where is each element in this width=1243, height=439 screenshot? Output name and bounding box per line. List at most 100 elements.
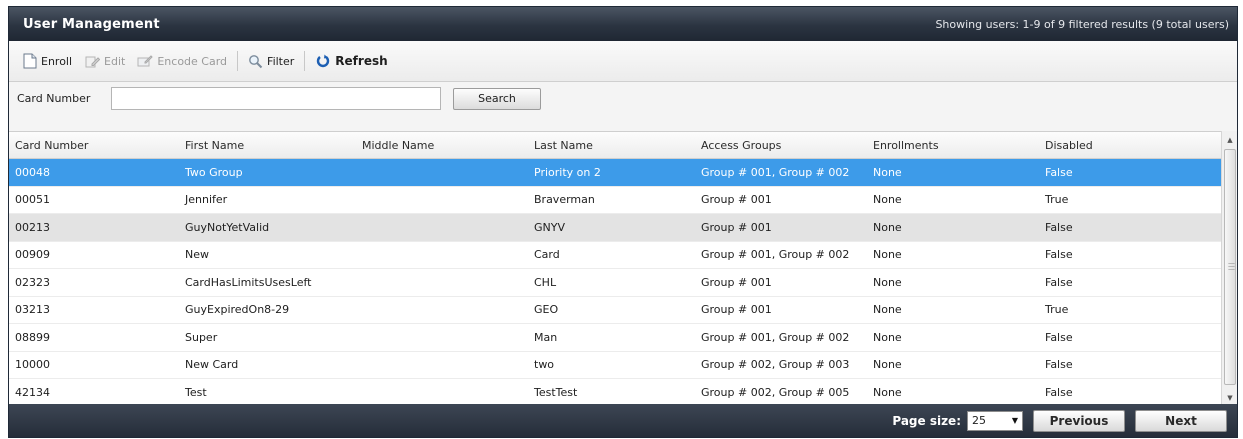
refresh-label: Refresh [335, 54, 388, 68]
cell-first-name: Jennifer [185, 193, 228, 207]
cell-enrollments: None [873, 165, 902, 179]
cell-first-name: CardHasLimitsUsesLeft [185, 275, 312, 289]
edit-button[interactable]: Edit [78, 50, 131, 72]
cell-last-name: Man [534, 330, 558, 344]
page-size-value: 25 [972, 414, 986, 427]
enroll-button[interactable]: Enroll [17, 50, 78, 72]
edit-icon [84, 53, 101, 69]
previous-button[interactable]: Previous [1033, 409, 1125, 432]
table-row[interactable]: 00051 Jennifer Braverman Group # 001 None Tru… [9, 186, 1221, 214]
cell-disabled: False [1045, 248, 1073, 262]
cell-access-groups: Group # 002, Group # 003 [701, 358, 850, 372]
cell-last-name: GNYV [534, 220, 565, 234]
cell-access-groups: Group # 001, Group # 002 [701, 330, 850, 344]
cell-first-name: Super [185, 330, 218, 344]
cell-card-number: 42134 [15, 385, 50, 399]
cell-access-groups: Group # 001 [701, 193, 772, 207]
cell-access-groups: Group # 001, Group # 002 [701, 165, 850, 179]
cell-disabled: False [1045, 358, 1073, 372]
cell-first-name: GuyNotYetValid [185, 220, 270, 234]
cell-disabled: False [1045, 220, 1073, 234]
column-header-card-number[interactable]: Card Number [9, 139, 179, 152]
next-button[interactable]: Next [1135, 409, 1227, 432]
cell-access-groups: Group # 001 [701, 220, 772, 234]
cell-card-number: 03213 [15, 303, 50, 317]
users-grid: Card Number First Name Middle Name Last … [9, 131, 1221, 407]
title-bar: User Management Showing users: 1-9 of 9 … [9, 7, 1237, 41]
pager-footer: Page size: 25 ▼ Previous Next [9, 404, 1237, 437]
cell-enrollments: None [873, 330, 902, 344]
table-row[interactable]: 08899 Super Man Group # 001, Group # 002 Non… [9, 324, 1221, 352]
table-row[interactable]: 00213 GuyNotYetValid GNYV Group # 001 None Fa… [9, 214, 1221, 242]
table-row[interactable]: 00048 Two Group Priority on 2 Group # 001, … [9, 159, 1221, 187]
cell-access-groups: Group # 002, Group # 005 [701, 385, 850, 399]
cell-card-number: 08899 [15, 330, 50, 344]
grip-icon: — — — [1228, 259, 1235, 273]
cell-disabled: False [1045, 165, 1073, 179]
grid-header: Card Number First Name Middle Name Last … [9, 131, 1221, 159]
scroll-up-arrow-icon[interactable]: ▲ [1222, 131, 1237, 148]
cell-enrollments: None [873, 303, 902, 317]
cell-card-number: 00213 [15, 220, 50, 234]
cell-card-number: 10000 [15, 358, 50, 372]
cell-disabled: True [1045, 303, 1069, 317]
column-header-middle-name[interactable]: Middle Name [356, 139, 528, 152]
cell-first-name: New [185, 248, 209, 262]
card-number-input[interactable] [111, 87, 441, 110]
results-status: Showing users: 1-9 of 9 filtered results… [935, 17, 1229, 31]
column-header-first-name[interactable]: First Name [179, 139, 356, 152]
table-row[interactable]: 10000 New Card two Group # 002, Group # 003… [9, 351, 1221, 379]
scrollbar-thumb[interactable]: — — — [1224, 149, 1236, 385]
cell-first-name: GuyExpiredOn8-29 [185, 303, 290, 317]
encode-card-icon [137, 53, 154, 69]
cell-last-name: Priority on 2 [534, 165, 601, 179]
cell-disabled: False [1045, 385, 1073, 399]
filter-label: Filter [267, 54, 295, 68]
cell-access-groups: Group # 001, Group # 002 [701, 248, 850, 262]
cell-card-number: 00048 [15, 165, 50, 179]
edit-label: Edit [104, 54, 126, 68]
cell-last-name: GEO [534, 303, 559, 317]
cell-first-name: Test [185, 385, 207, 399]
table-row[interactable]: 42134 Test TestTest Group # 002, Group # 00… [9, 379, 1221, 407]
filter-button[interactable]: Filter [242, 51, 300, 72]
new-document-icon [23, 53, 37, 69]
cell-last-name: Card [534, 248, 560, 262]
cell-enrollments: None [873, 193, 902, 207]
cell-first-name: New Card [185, 358, 239, 372]
cell-disabled: False [1045, 275, 1073, 289]
cell-disabled: False [1045, 330, 1073, 344]
page-size-select[interactable]: 25 ▼ [967, 410, 1023, 431]
search-button[interactable]: Search [453, 87, 541, 110]
column-header-access-groups[interactable]: Access Groups [695, 139, 867, 152]
cell-access-groups: Group # 001 [701, 275, 772, 289]
page-size-label: Page size: [892, 413, 961, 428]
enroll-label: Enroll [41, 54, 73, 68]
grid-scrollbar[interactable]: ▲ — — — ▼ [1221, 131, 1237, 406]
cell-card-number: 00909 [15, 248, 50, 262]
cell-card-number: 00051 [15, 193, 50, 207]
table-row[interactable]: 00909 New Card Group # 001, Group # 002 None… [9, 241, 1221, 269]
cell-access-groups: Group # 001 [701, 303, 772, 317]
table-row[interactable]: 02323 CardHasLimitsUsesLeft CHL Group # 001… [9, 269, 1221, 297]
panel-title: User Management [23, 16, 160, 32]
cell-card-number: 02323 [15, 275, 50, 289]
grid-body: 00048 Two Group Priority on 2 Group # 001, … [9, 159, 1221, 407]
toolbar-divider [304, 51, 306, 71]
cell-enrollments: None [873, 275, 902, 289]
encode-card-button[interactable]: Encode Card [131, 50, 233, 72]
cell-last-name: Braverman [534, 193, 595, 207]
cell-enrollments: None [873, 248, 902, 262]
cell-last-name: two [534, 358, 555, 372]
refresh-button[interactable]: Refresh [309, 50, 393, 72]
encode-card-label: Encode Card [157, 54, 228, 68]
search-icon [248, 54, 263, 69]
table-row[interactable]: 03213 GuyExpiredOn8-29 GEO Group # 001 None T… [9, 296, 1221, 324]
column-header-disabled[interactable]: Disabled [1039, 139, 1221, 152]
column-header-enrollments[interactable]: Enrollments [867, 139, 1039, 152]
card-number-label: Card Number [17, 92, 91, 105]
cell-enrollments: None [873, 220, 902, 234]
search-row: Card Number Search [9, 82, 1237, 115]
cell-enrollments: None [873, 358, 902, 372]
column-header-last-name[interactable]: Last Name [528, 139, 695, 152]
